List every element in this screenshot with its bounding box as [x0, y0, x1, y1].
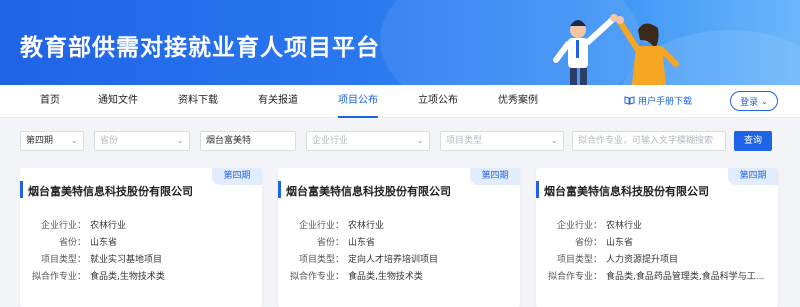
company-input[interactable]: 烟台富美特 [200, 131, 296, 151]
field-label-major: 拟合作专业： [289, 272, 344, 282]
major-search-input[interactable]: 拟合作专业，可输入文字模糊搜索 [572, 131, 726, 151]
card-province: 山东省 [90, 238, 118, 248]
card-project-type: 定向人才培养培训项目 [348, 255, 439, 265]
nav-item-cases[interactable]: 优秀案例 [498, 85, 538, 118]
chevron-down-icon: ⌄ [761, 96, 768, 106]
site-title: 教育部供需对接就业育人项目平台 [20, 35, 380, 61]
chevron-down-icon: ⌄ [416, 136, 424, 146]
card-accent-bar [278, 181, 281, 198]
field-label-industry: 企业行业： [298, 221, 344, 231]
period-badge: 第四期 [212, 168, 262, 185]
login-label: 登录 [740, 97, 759, 108]
card-province: 山东省 [606, 238, 634, 248]
card-accent-bar [536, 181, 539, 198]
main-nav: 首页 通知文件 资料下载 有关报道 项目公布 立项公布 优秀案例 用户手册下载 … [0, 85, 800, 118]
card-project-type: 人力资源提升项目 [606, 255, 679, 265]
field-label-province: 省份： [316, 238, 344, 248]
search-button[interactable]: 查询 [734, 131, 772, 151]
industry-select-placeholder: 企业行业 [312, 136, 349, 146]
login-button[interactable]: 登录 ⌄ [730, 91, 778, 111]
project-card[interactable]: 烟台富美特信息科技股份有限公司 第四期 企业行业： 农林行业 省份： 山东省 项目类… [278, 168, 520, 307]
project-type-select[interactable]: 项目类型 ⌄ [440, 131, 564, 151]
card-industry: 农林行业 [90, 221, 127, 231]
company-input-value: 烟台富美特 [206, 136, 252, 146]
card-company-name[interactable]: 烟台富美特信息科技股份有限公司 [28, 183, 193, 199]
card-industry: 农林行业 [348, 221, 385, 231]
field-label-major: 拟合作专业： [31, 272, 86, 282]
field-label-industry: 企业行业： [40, 221, 86, 231]
manual-download-link[interactable]: 用户手册下载 [624, 94, 692, 107]
manual-download-label: 用户手册下载 [638, 97, 693, 107]
nav-item-downloads[interactable]: 资料下载 [178, 85, 218, 118]
nav-item-notices[interactable]: 通知文件 [98, 85, 138, 118]
project-card[interactable]: 烟台富美特信息科技股份有限公司 第四期 企业行业： 农林行业 省份： 山东省 项目类… [20, 168, 262, 307]
major-search-placeholder: 拟合作专业，可输入文字模糊搜索 [578, 136, 714, 146]
card-major: 食品类,食品药品管理类,食品科学与工... [606, 272, 765, 282]
industry-select[interactable]: 企业行业 ⌄ [306, 131, 430, 151]
card-major: 食品类,生物技术类 [348, 272, 423, 282]
chevron-down-icon: ⌄ [550, 136, 558, 146]
nav-item-approved[interactable]: 立项公布 [418, 85, 458, 118]
field-label-province: 省份： [58, 238, 86, 248]
nav-item-home[interactable]: 首页 [40, 85, 60, 118]
nav-item-reports[interactable]: 有关报道 [258, 85, 298, 118]
province-select-placeholder: 省份 [100, 136, 119, 146]
period-select-value: 第四期 [26, 136, 54, 146]
field-label-industry: 企业行业： [556, 221, 602, 231]
card-company-name[interactable]: 烟台富美特信息科技股份有限公司 [544, 183, 709, 199]
period-badge: 第四期 [728, 168, 778, 185]
field-label-major: 拟合作专业： [547, 272, 602, 282]
people-illustration-icon [553, 14, 679, 85]
field-label-type: 项目类型： [40, 255, 86, 265]
period-select[interactable]: 第四期 ⌄ [20, 131, 84, 151]
field-label-province: 省份： [574, 238, 602, 248]
field-label-type: 项目类型： [556, 255, 602, 265]
card-major: 食品类,生物技术类 [90, 272, 165, 282]
nav-item-project-announce[interactable]: 项目公布 [338, 85, 378, 118]
book-icon [624, 96, 635, 105]
period-badge: 第四期 [470, 168, 520, 185]
project-type-select-placeholder: 项目类型 [446, 136, 483, 146]
chevron-down-icon: ⌄ [176, 136, 184, 146]
card-province: 山东省 [348, 238, 376, 248]
card-company-name[interactable]: 烟台富美特信息科技股份有限公司 [286, 183, 451, 199]
project-card[interactable]: 烟台富美特信息科技股份有限公司 第四期 企业行业： 农林行业 省份： 山东省 项目类… [536, 168, 778, 307]
chevron-down-icon: ⌄ [70, 136, 78, 146]
header-banner: 教育部供需对接就业育人项目平台 [0, 0, 800, 85]
field-label-type: 项目类型： [298, 255, 344, 265]
card-accent-bar [20, 181, 23, 198]
province-select[interactable]: 省份 ⌄ [94, 131, 190, 151]
card-industry: 农林行业 [606, 221, 643, 231]
card-project-type: 就业实习基地项目 [90, 255, 163, 265]
